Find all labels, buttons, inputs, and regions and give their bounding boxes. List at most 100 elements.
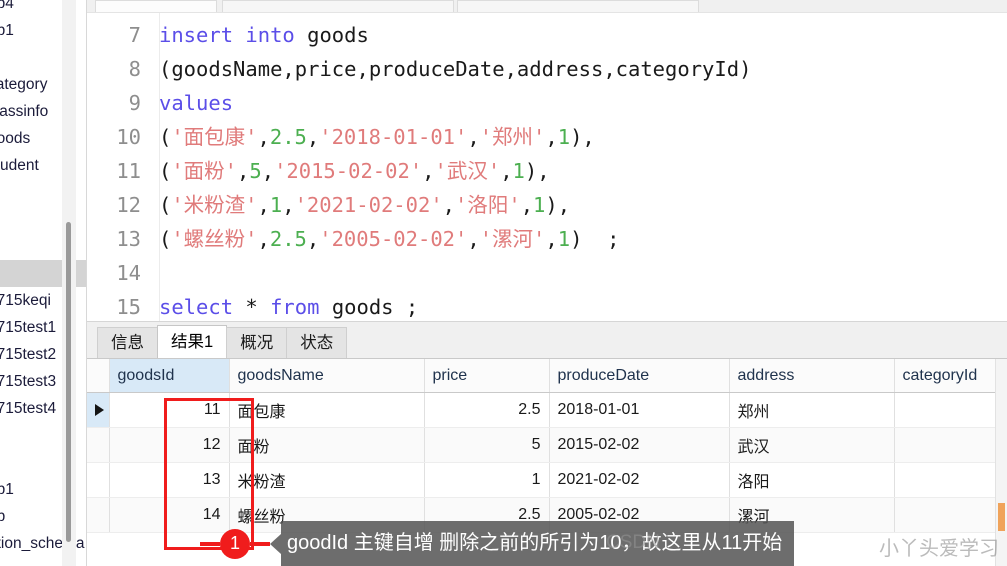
annotation-text: goodId 主键自增 删除之前的所引为10，故这里从11开始 <box>281 521 795 566</box>
cell-address[interactable]: 郑州 <box>729 392 895 428</box>
table-row[interactable]: 11面包康2.52018-01-01郑州1 <box>87 392 1007 428</box>
code-token-punc: ( <box>159 193 172 217</box>
code-token-punc: , <box>306 125 320 149</box>
code-token-punc: , <box>467 227 480 251</box>
cell-categoryId[interactable]: 1 <box>894 497 1007 533</box>
code-token-punc: ( <box>159 227 172 251</box>
code-token-punc: , <box>500 159 513 183</box>
sql-code-area[interactable]: 7 insert into goods 8 (goodsName,price,prod… <box>87 18 1007 321</box>
sidebar-scrollbar-thumb[interactable] <box>66 222 71 542</box>
row-selector-current[interactable] <box>87 392 110 428</box>
cell-goodsName[interactable]: 面粉 <box>229 427 425 463</box>
code-token-str: '2005-02-02' <box>319 227 468 251</box>
callout-badge: 1 <box>220 528 250 559</box>
table-row[interactable]: 13米粉渣12021-02-02洛阳1 <box>87 462 1007 498</box>
code-token-str: '面粉' <box>171 159 238 183</box>
code-token-str: '2018-01-01' <box>319 125 468 149</box>
code-token-str: '螺丝粉' <box>171 227 258 251</box>
code-token-punc: , <box>257 227 270 251</box>
cell-goodsId[interactable]: 12 <box>109 427 230 463</box>
cell-categoryId[interactable]: 1 <box>894 392 1007 428</box>
line-number: 15 <box>116 295 141 319</box>
grid-header-produceDate[interactable]: produceDate <box>549 359 730 393</box>
grid-header-categoryId[interactable]: categoryId <box>894 359 1007 393</box>
code-token-punc: ), <box>570 125 595 149</box>
cell-price[interactable]: 5 <box>424 427 550 463</box>
grid-header-goodsId[interactable]: goodsId <box>109 359 230 393</box>
editor-tab-2[interactable] <box>222 0 454 12</box>
code-token-num: 5 <box>249 159 262 183</box>
cell-categoryId[interactable]: 1 <box>894 462 1007 498</box>
code-token-punc: , <box>306 227 320 251</box>
row-selector[interactable] <box>87 462 110 498</box>
code-line[interactable]: 14 <box>87 256 1007 290</box>
code-token-punc: , <box>237 159 250 183</box>
grid-header-address[interactable]: address <box>729 359 895 393</box>
grid-scrollbar-thumb[interactable] <box>998 503 1005 531</box>
cell-goodsName[interactable]: 面包康 <box>229 392 425 428</box>
line-number: 8 <box>128 57 141 81</box>
code-line[interactable]: 10 ('面包康',2.5,'2018-01-01','郑州',1), <box>87 120 1007 154</box>
callout-arrow-icon <box>270 533 281 554</box>
line-number: 7 <box>128 23 141 47</box>
tab-1[interactable]: 结果1 <box>157 325 228 358</box>
code-line[interactable]: 9 values <box>87 86 1007 120</box>
cell-goodsId[interactable]: 11 <box>109 392 230 428</box>
code-token-str: '米粉渣' <box>171 193 258 217</box>
code-line[interactable]: 12 ('米粉渣',1,'2021-02-02','洛阳',1), <box>87 188 1007 222</box>
cell-address[interactable]: 武汉 <box>729 427 895 463</box>
tab-3[interactable]: 状态 <box>286 327 348 358</box>
tab-0[interactable]: 信息 <box>97 327 158 358</box>
code-line[interactable]: 11 ('面粉',5,'2015-02-02','武汉',1), <box>87 154 1007 188</box>
sql-editor[interactable]: 7 insert into goods 8 (goodsName,price,prod… <box>87 13 1007 321</box>
row-selector[interactable] <box>87 497 110 533</box>
result-tabs[interactable]: 信息 结果1 概况 状态 <box>87 321 1007 358</box>
editor-tab-1[interactable] <box>95 0 217 12</box>
code-token-plain: * <box>245 295 271 319</box>
sidebar-vertical-scrollbar[interactable] <box>62 0 76 566</box>
line-number: 13 <box>116 227 141 251</box>
cell-address[interactable]: 洛阳 <box>729 462 895 498</box>
tab-2[interactable]: 概况 <box>226 327 288 358</box>
code-token-plain: goods <box>307 23 369 47</box>
row-selector[interactable] <box>87 427 110 463</box>
result-grid[interactable]: goodsId goodsName price produceDate address c… <box>87 359 1007 533</box>
code-token-punc: ), <box>545 193 571 217</box>
cell-categoryId[interactable]: 1 <box>894 427 1007 463</box>
code-token-punc: , <box>257 193 270 217</box>
code-token-punc: , <box>422 159 435 183</box>
database-client-window: db4db1categoryclassinfogoodsstudent 0715… <box>0 0 1007 566</box>
code-token-kw: values <box>159 91 234 115</box>
code-line[interactable]: 15 select * from goods ; <box>87 290 1007 321</box>
cell-produceDate[interactable]: 2018-01-01 <box>549 392 730 428</box>
table-row[interactable]: 12面粉52015-02-02武汉1 <box>87 427 1007 463</box>
cell-price[interactable]: 1 <box>424 462 550 498</box>
code-token-punc: , <box>467 125 480 149</box>
cell-price[interactable]: 2.5 <box>424 392 550 428</box>
grid-header-goodsName[interactable]: goodsName <box>229 359 425 393</box>
callout-connector-left <box>200 541 220 546</box>
row-indicator-arrow-icon <box>95 403 104 416</box>
annotation-callout: 1 goodId 主键自增 删除之前的所引为10，故这里从11开始 <box>200 521 795 566</box>
code-line[interactable]: 13 ('螺丝粉',2.5,'2005-02-02','漯河',1) ; <box>87 222 1007 256</box>
code-token-punc: , <box>520 193 534 217</box>
code-token-kw: from <box>270 295 332 319</box>
cell-produceDate[interactable]: 2021-02-02 <box>549 462 730 498</box>
line-number: 14 <box>116 261 141 285</box>
grid-body[interactable]: 11面包康2.52018-01-01郑州112面粉52015-02-02武汉11… <box>87 392 1007 533</box>
code-token-kw: select <box>159 295 246 319</box>
code-line[interactable]: 7 insert into goods <box>87 18 1007 52</box>
cell-goodsId[interactable]: 13 <box>109 462 230 498</box>
code-token-str: '武汉' <box>434 159 501 183</box>
code-line[interactable]: 8 (goodsName,price,produceDate,address,ca… <box>87 52 1007 86</box>
cell-produceDate[interactable]: 2015-02-02 <box>549 427 730 463</box>
editor-tab-3[interactable] <box>457 0 699 12</box>
code-token-punc: , <box>545 227 558 251</box>
cell-goodsName[interactable]: 米粉渣 <box>229 462 425 498</box>
editor-tab-strip[interactable] <box>87 0 1007 13</box>
grid-header-price[interactable]: price <box>424 359 550 393</box>
grid-vertical-scrollbar[interactable] <box>995 359 1007 566</box>
object-tree-sidebar[interactable]: db4db1categoryclassinfogoodsstudent 0715… <box>0 0 87 566</box>
code-token-punc: ( <box>159 159 172 183</box>
code-token-num: 2.5 <box>269 227 307 251</box>
